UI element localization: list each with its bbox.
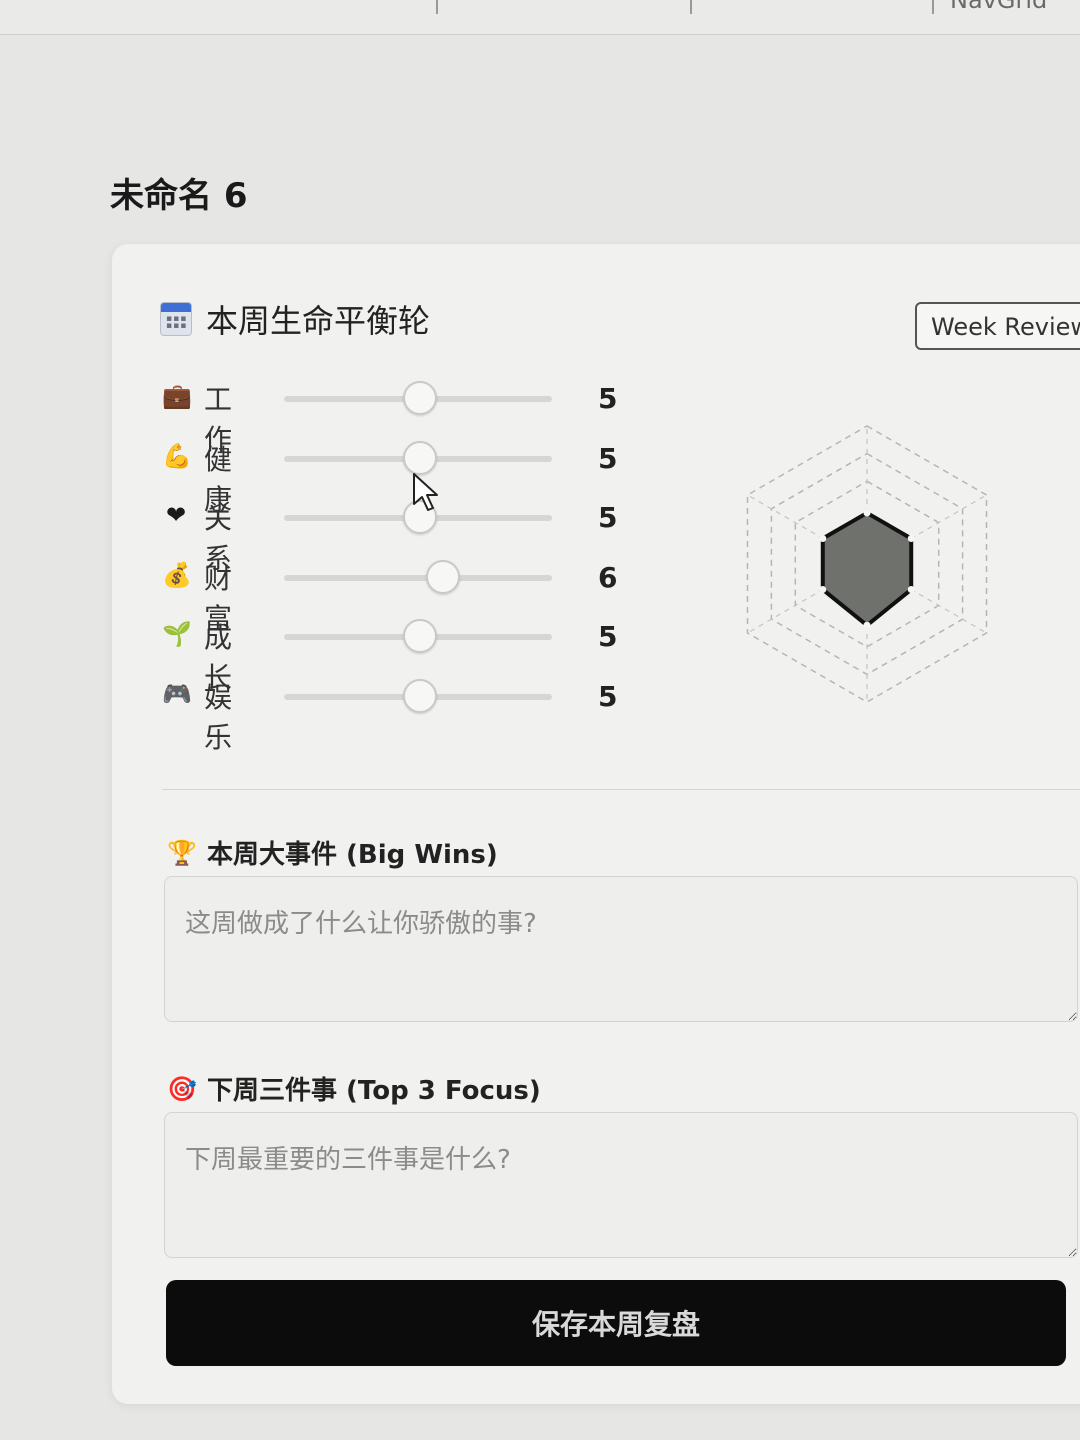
slider-thumb[interactable] [403,619,437,653]
flexed-biceps-icon: 💪 [162,441,192,470]
dimension-value: 5 [598,441,618,475]
dimension-value: 5 [598,501,618,534]
slider-track[interactable] [284,559,552,594]
top3-focus-label-text: 下周三件事 (Top 3 Focus) [207,1076,541,1106]
top3-focus-textarea[interactable] [164,1112,1078,1258]
slider-thumb[interactable] [403,678,437,713]
heart-icon: ❤ [165,501,187,529]
big-wins-textarea[interactable] [164,876,1078,1022]
target-icon: 🎯 [167,1074,197,1103]
seedling-icon: 🌱 [162,620,192,648]
calendar-icon: ▪▪▪ ▪▪▪ [160,302,192,336]
radar-point [907,586,915,594]
briefcase-icon: 💼 [162,382,192,410]
weekly-review-card: ▪▪▪ ▪▪▪ 本周生命平衡轮 Week Review 💼 工作 5 💪 健康 5 ❤ 关系 5 💰… [112,244,1080,1404]
big-wins-label-text: 本周大事件 (Big Wins) [207,840,498,870]
slider-track[interactable] [284,440,552,475]
mouse-cursor-icon [413,473,438,511]
page-title: 未命名 6 [110,176,248,216]
nav-divider [436,0,438,14]
dimension-value: 6 [598,560,618,594]
slider-track[interactable] [284,678,552,713]
save-review-button[interactable]: 保存本周复盘 [166,1280,1066,1366]
radar-point [819,534,827,542]
slider-thumb[interactable] [403,440,437,475]
radar-point [907,534,915,542]
top3-focus-label: 🎯 下周三件事 (Top 3 Focus) [167,1070,541,1107]
game-controller-icon: 🎮 [162,679,192,708]
nav-item-navgrid[interactable]: NavGrid [950,0,1047,14]
trophy-icon: 🏆 [167,838,197,867]
money-bag-icon: 💰 [162,560,192,589]
nav-divider [690,0,692,14]
card-header: ▪▪▪ ▪▪▪ 本周生命平衡轮 [160,296,430,342]
radar-point [863,621,871,629]
top-navigation-bar: NavGrid [0,0,1080,35]
slider-track[interactable] [284,381,552,415]
radar-point [863,509,871,517]
week-review-button[interactable]: Week Review [915,302,1080,350]
big-wins-label: 🏆 本周大事件 (Big Wins) [167,834,498,871]
dimension-value: 5 [598,679,618,713]
slider-thumb[interactable] [426,559,461,594]
dimension-value: 5 [598,620,618,653]
dimension-value: 5 [598,382,618,415]
radar-point [819,586,827,594]
section-divider [162,789,1080,790]
dimension-label: 娱乐 [204,680,233,754]
slider-thumb[interactable] [403,381,437,415]
radar-data-polygon [820,510,914,628]
balance-radar-chart [746,425,988,703]
nav-divider [932,0,934,14]
slider-track[interactable] [284,619,552,653]
card-title: 本周生命平衡轮 [206,302,431,340]
